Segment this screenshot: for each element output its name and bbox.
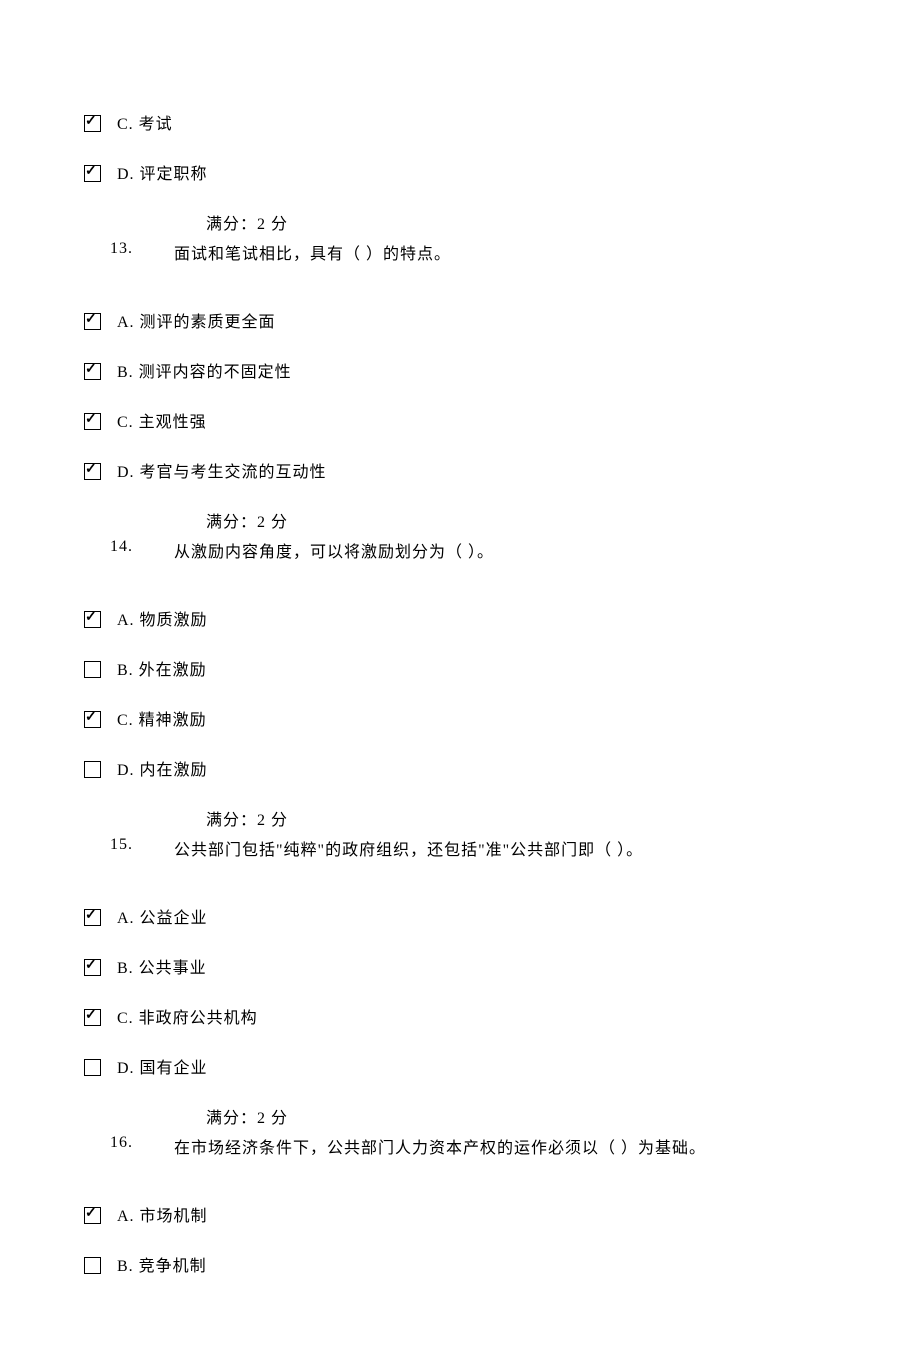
checkbox-icon[interactable] xyxy=(84,959,101,976)
option-row: C. 考试 xyxy=(84,110,836,134)
checkbox-icon[interactable] xyxy=(84,463,101,480)
option-row: D. 内在激励 xyxy=(84,756,836,780)
option-row: D. 考官与考生交流的互动性 xyxy=(84,458,836,482)
question-15: 15. 公共部门包括"纯粹"的政府组织，还包括"准"公共部门即（ ）。 xyxy=(110,836,836,860)
question-13: 13. 面试和笔试相比，具有（ ）的特点。 xyxy=(110,240,836,264)
checkbox-icon[interactable] xyxy=(84,661,101,678)
option-row: B. 测评内容的不固定性 xyxy=(84,358,836,382)
score-label: 满分：2 分 xyxy=(206,508,836,532)
option-row: C. 非政府公共机构 xyxy=(84,1004,836,1028)
checkbox-icon[interactable] xyxy=(84,1009,101,1026)
question-14: 14. 从激励内容角度，可以将激励划分为（ ）。 xyxy=(110,538,836,562)
option-row: D. 评定职称 xyxy=(84,160,836,184)
question-text: 公共部门包括"纯粹"的政府组织，还包括"准"公共部门即（ ）。 xyxy=(174,836,836,860)
option-row: B. 竞争机制 xyxy=(84,1252,836,1276)
option-label: A. 测评的素质更全面 xyxy=(111,308,276,332)
checkbox-icon[interactable] xyxy=(84,909,101,926)
checkbox-icon[interactable] xyxy=(84,413,101,430)
option-label: C. 考试 xyxy=(111,110,173,134)
option-label: D. 内在激励 xyxy=(111,756,208,780)
question-text: 面试和笔试相比，具有（ ）的特点。 xyxy=(174,240,836,264)
checkbox-icon[interactable] xyxy=(84,1257,101,1274)
checkbox-icon[interactable] xyxy=(84,363,101,380)
option-label: B. 外在激励 xyxy=(111,656,207,680)
question-text: 从激励内容角度，可以将激励划分为（ ）。 xyxy=(174,538,836,562)
checkbox-icon[interactable] xyxy=(84,313,101,330)
option-label: C. 主观性强 xyxy=(111,408,207,432)
question-text: 在市场经济条件下，公共部门人力资本产权的运作必须以（ ）为基础。 xyxy=(174,1134,836,1158)
option-label: B. 竞争机制 xyxy=(111,1252,207,1276)
question-number: 13. xyxy=(110,240,174,264)
option-row: C. 精神激励 xyxy=(84,706,836,730)
option-row: B. 外在激励 xyxy=(84,656,836,680)
option-label: C. 精神激励 xyxy=(111,706,207,730)
score-label: 满分：2 分 xyxy=(206,210,836,234)
option-label: A. 公益企业 xyxy=(111,904,208,928)
question-number: 15. xyxy=(110,836,174,860)
option-row: A. 公益企业 xyxy=(84,904,836,928)
checkbox-icon[interactable] xyxy=(84,611,101,628)
checkbox-icon[interactable] xyxy=(84,165,101,182)
option-label: A. 市场机制 xyxy=(111,1202,208,1226)
checkbox-icon[interactable] xyxy=(84,1207,101,1224)
option-row: C. 主观性强 xyxy=(84,408,836,432)
option-label: C. 非政府公共机构 xyxy=(111,1004,258,1028)
option-row: A. 测评的素质更全面 xyxy=(84,308,836,332)
option-row: D. 国有企业 xyxy=(84,1054,836,1078)
checkbox-icon[interactable] xyxy=(84,115,101,132)
option-label: D. 考官与考生交流的互动性 xyxy=(111,458,327,482)
option-row: B. 公共事业 xyxy=(84,954,836,978)
option-label: D. 国有企业 xyxy=(111,1054,208,1078)
score-label: 满分：2 分 xyxy=(206,806,836,830)
option-row: A. 市场机制 xyxy=(84,1202,836,1226)
question-number: 14. xyxy=(110,538,174,562)
option-label: A. 物质激励 xyxy=(111,606,208,630)
checkbox-icon[interactable] xyxy=(84,761,101,778)
question-number: 16. xyxy=(110,1134,174,1158)
option-row: A. 物质激励 xyxy=(84,606,836,630)
option-label: B. 公共事业 xyxy=(111,954,207,978)
score-label: 满分：2 分 xyxy=(206,1104,836,1128)
page-content: C. 考试 D. 评定职称 满分：2 分 13. 面试和笔试相比，具有（ ）的特… xyxy=(0,0,920,1362)
option-label: D. 评定职称 xyxy=(111,160,208,184)
question-16: 16. 在市场经济条件下，公共部门人力资本产权的运作必须以（ ）为基础。 xyxy=(110,1134,836,1158)
checkbox-icon[interactable] xyxy=(84,711,101,728)
checkbox-icon[interactable] xyxy=(84,1059,101,1076)
option-label: B. 测评内容的不固定性 xyxy=(111,358,292,382)
